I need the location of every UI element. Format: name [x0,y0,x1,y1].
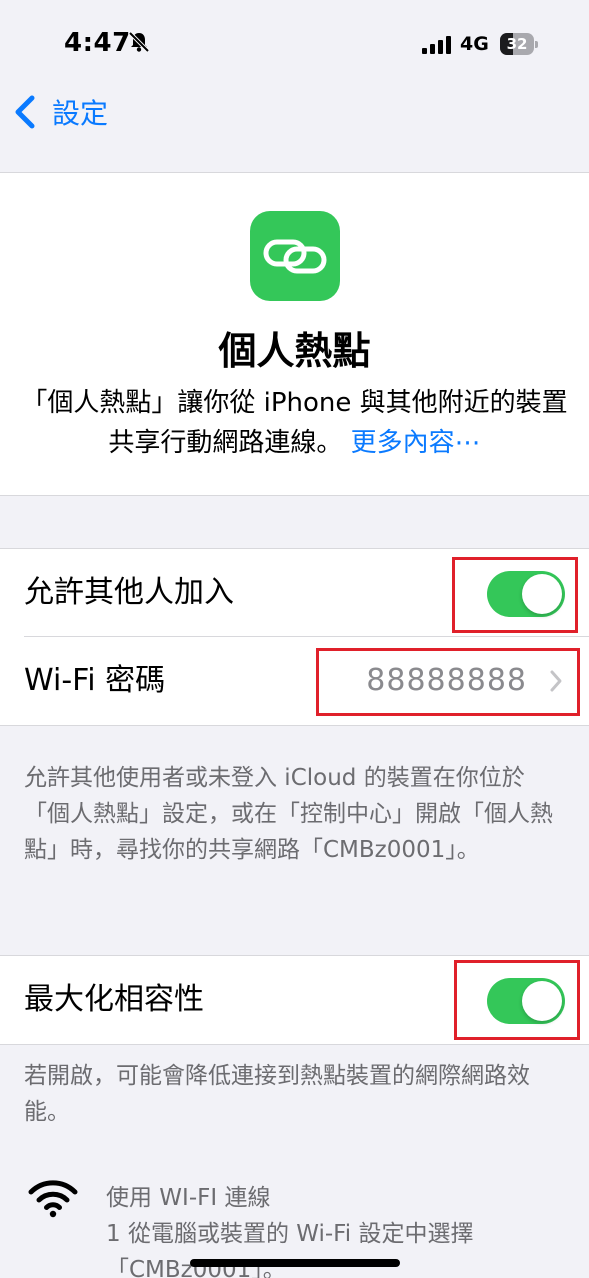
maximize-compatibility-label: 最大化相容性 [24,982,204,1017]
status-time: 4:47 [64,28,131,58]
network-type: 4G [460,33,489,55]
wifi-password-label: Wi-Fi 密碼 [24,663,166,698]
allow-others-label: 允許其他人加入 [24,575,234,610]
learn-more-link[interactable]: 更多內容⋯ [351,428,481,458]
back-button[interactable]: 設定 [12,90,108,134]
compatibility-footer-note: 若開啟，可能會降低連接到熱點裝置的網際網路效能。 [24,1063,530,1125]
home-indicator [190,1259,400,1267]
highlight-box [454,960,580,1040]
chevron-left-icon [15,95,35,129]
status-bar: 4:47 4G 32 [0,0,589,88]
back-label: 設定 [52,97,109,130]
instructions-step-1: 1 從電腦或裝置的 Wi-Fi 設定中選擇「CMBz0001」。 [106,1221,474,1278]
bell-slash-icon [128,31,150,53]
sharing-footer-note: 允許其他使用者或未登入 iCloud 的裝置在你位於「個人熱點」設定，或在「控制… [24,765,553,863]
link-icon [250,211,340,301]
battery-icon: 32 [500,33,538,55]
page-title: 個人熱點 [218,329,371,373]
hotspot-header-card: 個人熱點 「個人熱點」讓你從 iPhone 與其他附近的裝置共享行動網路連線。 … [0,172,589,496]
highlight-box [316,648,580,716]
highlight-box [452,557,578,633]
description-text: 「個人熱點」讓你從 iPhone 與其他附近的裝置共享行動網路連線。 [21,388,568,458]
signal-icon [422,36,451,54]
instructions-title: 使用 WI-FI 連線 [106,1185,271,1211]
personal-hotspot-screen: 4:47 4G 32 設定 個人熱點 「個人熱點」讓你從 iPhone 與其他附… [0,0,589,1278]
wifi-icon [28,1180,78,1218]
header-description: 「個人熱點」讓你從 iPhone 與其他附近的裝置共享行動網路連線。 更多內容⋯ [20,383,569,463]
battery-level: 32 [506,35,528,53]
